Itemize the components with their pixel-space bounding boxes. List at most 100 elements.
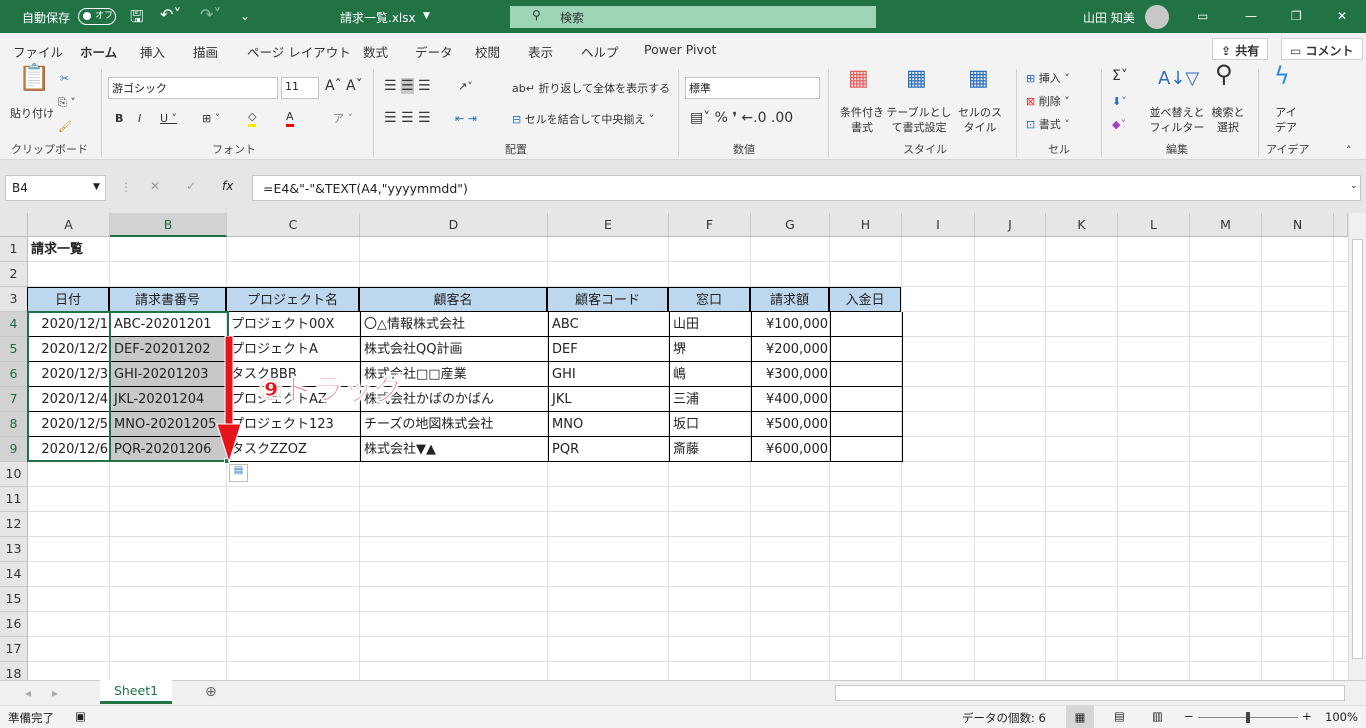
table-cell[interactable]: ¥400,000 — [751, 387, 831, 412]
row-header-14[interactable]: 14 — [0, 562, 28, 587]
format-as-table-button[interactable]: テーブルとして書式設定 — [886, 105, 952, 135]
table-header-cell[interactable]: プロジェクト名 — [226, 287, 359, 312]
ideas-icon[interactable]: ϟ — [1274, 64, 1290, 88]
column-header-e[interactable]: E — [548, 213, 669, 237]
page-layout-view-icon[interactable]: ▤ — [1114, 709, 1125, 723]
expand-formula-icon[interactable]: ⌄ — [1350, 181, 1358, 191]
fill-icon[interactable]: ⬇˅ — [1112, 94, 1127, 109]
table-cell[interactable]: 堺 — [669, 337, 752, 362]
row-header-13[interactable]: 13 — [0, 537, 28, 562]
row-header-17[interactable]: 17 — [0, 637, 28, 662]
column-header-l[interactable]: L — [1118, 213, 1190, 237]
sort-filter-button[interactable]: 並べ替えとフィルター — [1148, 105, 1206, 135]
table-header-cell[interactable]: 入金日 — [829, 287, 901, 312]
table-cell[interactable]: 株式会社QQ計画 — [360, 337, 549, 362]
cut-icon[interactable]: ✂ — [60, 71, 69, 86]
clear-icon[interactable]: ◆˅ — [1112, 117, 1126, 132]
row-header-1[interactable]: 1 — [0, 237, 28, 262]
conditional-format-icon[interactable]: ▦ — [848, 68, 869, 90]
row-header-18[interactable]: 18 — [0, 662, 28, 680]
file-name[interactable]: 請求一覧.xlsx — [340, 9, 416, 26]
row-header-11[interactable]: 11 — [0, 487, 28, 512]
horizontal-align-icons[interactable]: ☰ ☰ ☰ — [384, 111, 431, 126]
name-box[interactable]: B4 — [5, 175, 106, 201]
table-cell[interactable]: ¥200,000 — [751, 337, 831, 362]
table-cell[interactable] — [830, 312, 903, 337]
table-cell[interactable]: PQR — [548, 437, 670, 462]
wrap-text-button[interactable]: ab↵ 折り返して全体を表示する — [512, 81, 670, 96]
border-icon[interactable]: ⊞ ˅ — [202, 111, 220, 126]
table-cell[interactable]: DEF — [548, 337, 670, 362]
row-header-6[interactable]: 6 — [0, 362, 28, 387]
format-as-table-icon[interactable]: ▦ — [906, 68, 927, 90]
column-header-h[interactable]: H — [830, 213, 902, 237]
delete-cells-button[interactable]: ⊠ 削除 ˅ — [1026, 94, 1070, 109]
column-header-c[interactable]: C — [227, 213, 360, 237]
restore-icon[interactable]: ❐ — [1291, 9, 1302, 23]
number-format-icons[interactable]: ▤˅ % ❜ ←.0 .00 — [690, 111, 793, 126]
table-cell[interactable]: GHI — [548, 362, 670, 387]
column-header-a[interactable]: A — [28, 213, 110, 237]
tab-home[interactable]: ホーム — [80, 42, 118, 67]
table-cell[interactable]: JKL — [548, 387, 670, 412]
italic-icon[interactable]: I — [138, 111, 141, 126]
font-name-select[interactable]: 游ゴシック — [108, 77, 278, 99]
tab-page-layout[interactable]: ページ レイアウト — [247, 42, 351, 61]
select-all-button[interactable] — [0, 213, 28, 237]
enter-icon[interactable]: ✓ — [186, 179, 196, 193]
column-header-j[interactable]: J — [975, 213, 1046, 237]
table-cell[interactable]: ¥600,000 — [751, 437, 831, 462]
table-cell[interactable]: ABC — [548, 312, 670, 337]
cell-styles-button[interactable]: セルのスタイル — [955, 105, 1005, 135]
save-icon[interactable]: 🖫 — [130, 6, 144, 33]
vertical-scrollbar[interactable] — [1348, 213, 1366, 680]
insert-function-icon[interactable]: fx — [222, 179, 233, 193]
ribbon-display-icon[interactable]: ▭ — [1197, 9, 1208, 23]
next-sheet-icon[interactable]: ▸ — [52, 686, 58, 700]
table-cell[interactable] — [830, 387, 903, 412]
paste-button[interactable]: 貼り付け — [10, 106, 54, 121]
table-cell[interactable]: 山田 — [669, 312, 752, 337]
column-header-i[interactable]: I — [902, 213, 975, 237]
insert-cells-button[interactable]: ⊞ 挿入 ˅ — [1026, 71, 1070, 86]
table-cell[interactable]: MNO — [548, 412, 670, 437]
tab-data[interactable]: データ — [415, 42, 453, 61]
tab-file[interactable]: ファイル — [13, 42, 63, 61]
copy-icon[interactable]: ⎘ ˅ — [58, 95, 76, 110]
table-header-cell[interactable]: 顧客名 — [359, 287, 547, 312]
indent-icons[interactable]: ⇤ ⇥ — [455, 111, 477, 126]
bold-icon[interactable]: B — [115, 111, 123, 126]
cancel-icon[interactable]: ✕ — [150, 179, 160, 193]
table-cell[interactable]: ¥500,000 — [751, 412, 831, 437]
table-header-cell[interactable]: 窓口 — [668, 287, 750, 312]
column-header-f[interactable]: F — [669, 213, 751, 237]
formula-input[interactable]: =E4&"-"&TEXT(A4,"yyyymmdd") — [252, 175, 1361, 201]
paste-icon[interactable]: 📋 — [18, 65, 50, 91]
column-header-k[interactable]: K — [1046, 213, 1118, 237]
number-format-select[interactable]: 標準 — [685, 77, 820, 99]
row-header-8[interactable]: 8 — [0, 412, 28, 437]
table-cell[interactable]: 坂口 — [669, 412, 752, 437]
name-box-dropdown-icon[interactable]: ▼ — [93, 182, 100, 192]
avatar[interactable] — [1145, 5, 1169, 29]
row-header-4[interactable]: 4 — [0, 312, 28, 337]
table-header-cell[interactable]: 日付 — [27, 287, 109, 312]
find-select-icon[interactable]: ⚲ — [1215, 62, 1233, 86]
macro-record-icon[interactable]: ▣ — [75, 709, 86, 723]
row-header-9[interactable]: 9 — [0, 437, 28, 462]
tab-review[interactable]: 校閲 — [475, 42, 500, 61]
sheet-tab-sheet1[interactable]: Sheet1 — [100, 680, 172, 704]
table-header-cell[interactable]: 顧客コード — [547, 287, 668, 312]
fill-color-icon[interactable]: ◇ — [248, 109, 257, 127]
zoom-slider-thumb[interactable] — [1246, 712, 1250, 723]
row-header-16[interactable]: 16 — [0, 612, 28, 637]
auto-fill-options-icon[interactable]: ▤ — [229, 464, 248, 482]
normal-view-icon[interactable]: ▦ — [1066, 706, 1094, 728]
table-cell[interactable]: チーズの地図株式会社 — [360, 412, 549, 437]
add-sheet-icon[interactable]: ⊕ — [205, 684, 217, 700]
share-button[interactable]: ⇪ 共有 — [1212, 38, 1269, 60]
title-cell[interactable]: 請求一覧 — [28, 237, 86, 262]
vertical-align-icons[interactable]: ☰ ☰ ☰ — [384, 78, 431, 94]
page-break-view-icon[interactable]: ▥ — [1152, 709, 1163, 723]
table-cell[interactable] — [830, 437, 903, 462]
